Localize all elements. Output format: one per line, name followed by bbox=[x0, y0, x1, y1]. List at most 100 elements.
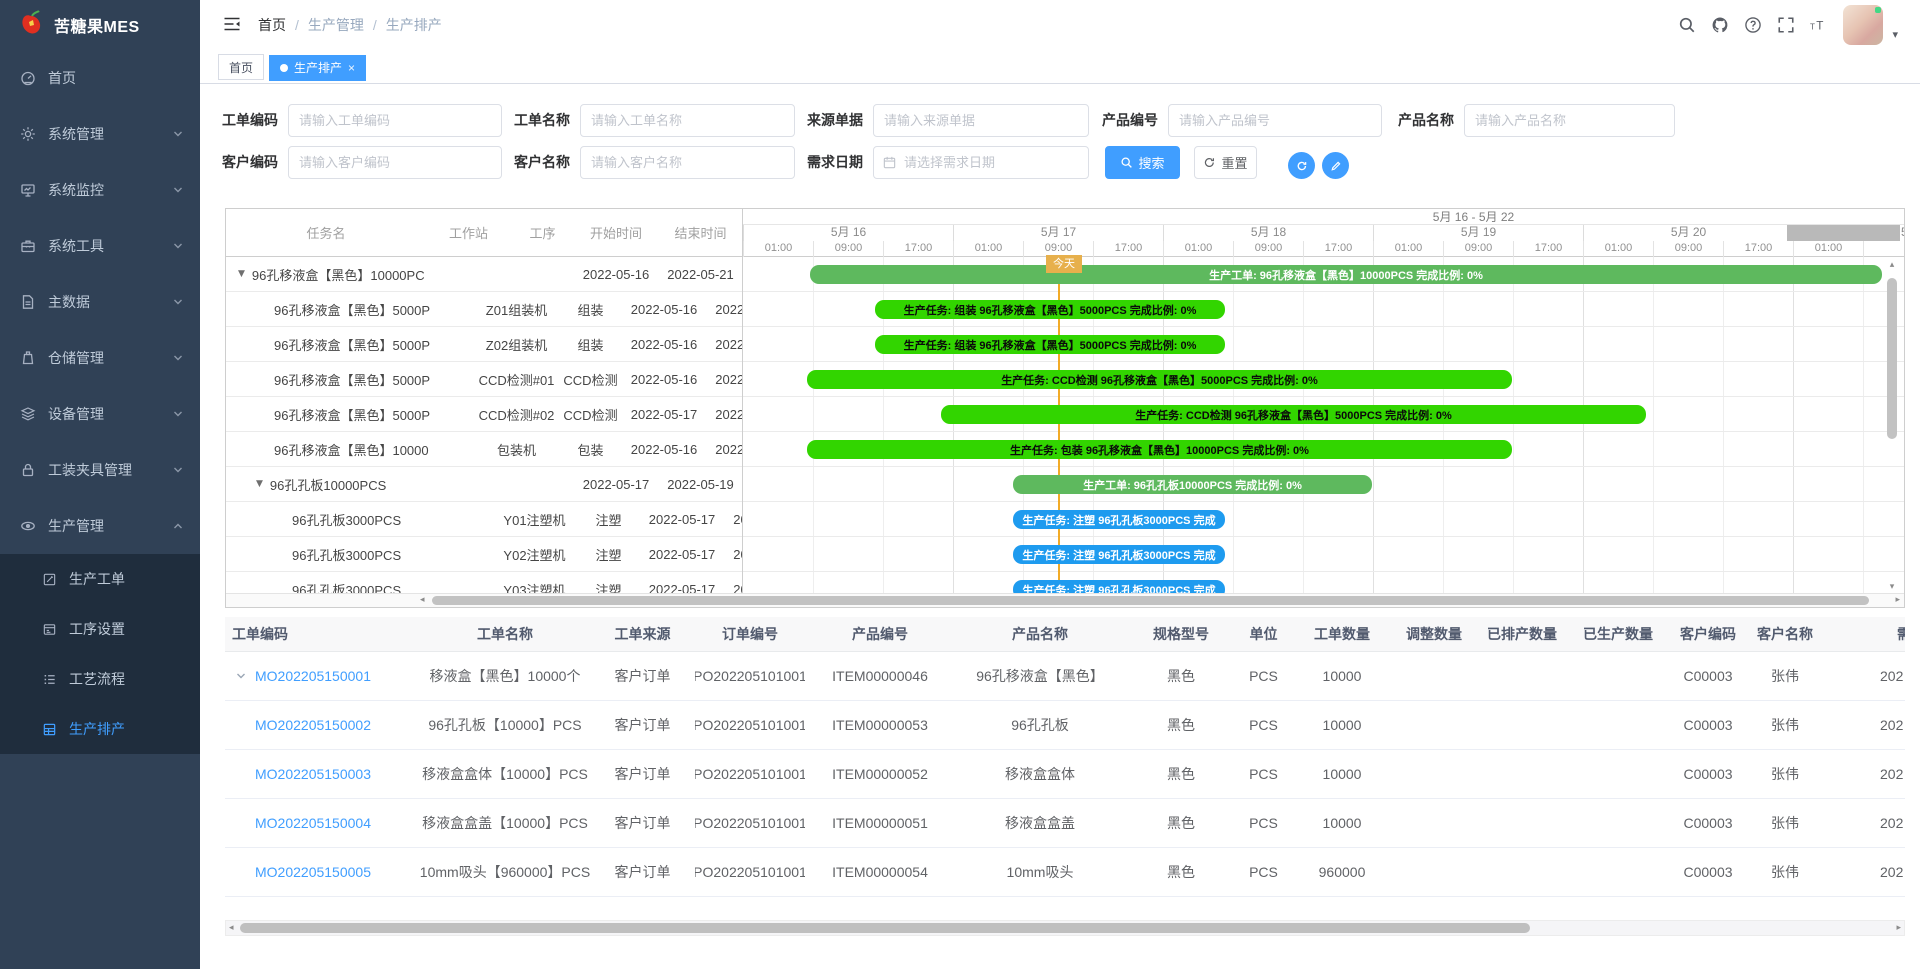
sidebar-item-0[interactable]: 首页 bbox=[0, 50, 200, 106]
table-scroll-left-icon[interactable]: ◂ bbox=[229, 923, 234, 934]
gantt-column-header-0: 任务名 bbox=[226, 209, 426, 256]
table-cell-0: MO202205150003 bbox=[225, 750, 420, 798]
document-icon bbox=[20, 294, 36, 310]
tree-collapse-icon[interactable]: ▼ bbox=[256, 479, 263, 489]
gantt-bar-selected[interactable]: 生产任务: 注塑 96孔孔板3000PCS 完成 bbox=[1013, 545, 1225, 564]
refresh-round-button[interactable] bbox=[1288, 152, 1315, 179]
github-icon[interactable] bbox=[1711, 16, 1729, 34]
gantt-start-date: 2022-05-17 bbox=[640, 502, 724, 536]
gantt-bar-task[interactable]: 生产任务: CCD检测 96孔移液盒【黑色】5000PCS 完成比例: 0% bbox=[807, 370, 1512, 389]
gantt-horizontal-scrollbar[interactable]: ◂ ▸ bbox=[226, 593, 1904, 607]
search-icon[interactable] bbox=[1678, 16, 1696, 34]
tab-close-icon[interactable]: × bbox=[348, 61, 355, 75]
timeline-hour-cell: 01:00 bbox=[1163, 241, 1233, 257]
sidebar-collapse-icon[interactable] bbox=[223, 16, 241, 34]
horizontal-scroll-thumb[interactable] bbox=[432, 596, 1869, 605]
help-icon[interactable] bbox=[1744, 16, 1762, 34]
app-screen: 苦糖果MES 首页系统管理系统监控系统工具主数据仓储管理设备管理工装夹具管理生产… bbox=[0, 0, 1920, 969]
gantt-task-row[interactable]: 96孔孔板3000PCSY02注塑机注塑2022-05-172022-05-18 bbox=[226, 537, 742, 572]
gantt-task-row[interactable]: 96孔移液盒【黑色】5000PZ01组装机组装2022-05-162022-05… bbox=[226, 292, 742, 327]
tab-0[interactable]: 首页 bbox=[218, 54, 264, 80]
scroll-left-icon[interactable]: ◂ bbox=[420, 595, 425, 606]
breadcrumb-item-0[interactable]: 首页 bbox=[258, 17, 286, 33]
font-size-icon[interactable]: TT bbox=[1810, 16, 1828, 34]
chevron-down-icon bbox=[172, 408, 184, 420]
sidebar-subitem-2[interactable]: 工艺流程 bbox=[0, 654, 200, 704]
timeline-hour-cell: 17:00 bbox=[883, 241, 953, 257]
breadcrumb-item-1[interactable]: 生产管理 bbox=[308, 17, 364, 33]
work-order-link[interactable]: MO202205150001 bbox=[255, 668, 371, 684]
gantt-task-row[interactable]: 96孔移液盒【黑色】5000PZ02组装机组装2022-05-162022-05… bbox=[226, 327, 742, 362]
gantt-task-name: 96孔移液盒【黑色】5000P bbox=[226, 292, 474, 326]
scroll-up-icon[interactable]: ▴ bbox=[1886, 259, 1898, 271]
app-logo[interactable]: 苦糖果MES bbox=[0, 0, 200, 50]
table-scroll-right-icon[interactable]: ▸ bbox=[1896, 923, 1901, 934]
timeline-hour-cell: 01:00 bbox=[1583, 241, 1653, 257]
gantt-vertical-scrollbar[interactable]: ▴ ▾ bbox=[1886, 257, 1898, 595]
gantt-task-row[interactable]: 96孔移液盒【黑色】5000PCCD检测#02CCD检测2022-05-1720… bbox=[226, 397, 742, 432]
table-row[interactable]: MO20220515000296孔孔板【10000】PCS客户订单PO20220… bbox=[225, 701, 1905, 750]
user-menu-caret-icon[interactable]: ▾ bbox=[1892, 28, 1898, 41]
gantt-grid-body: ▼96孔移液盒【黑色】10000PC2022-05-162022-05-2196… bbox=[226, 257, 742, 595]
sidebar-item-5[interactable]: 仓储管理 bbox=[0, 330, 200, 386]
gantt-bar-task[interactable]: 生产任务: 组装 96孔移液盒【黑色】5000PCS 完成比例: 0% bbox=[875, 300, 1225, 319]
sidebar-item-7[interactable]: 工装夹具管理 bbox=[0, 442, 200, 498]
timeline-hour-cell: 01:00 bbox=[953, 241, 1023, 257]
tree-collapse-icon[interactable]: ▼ bbox=[238, 269, 245, 279]
gantt-bar-task[interactable]: 生产任务: CCD检测 96孔移液盒【黑色】5000PCS 完成比例: 0% bbox=[941, 405, 1646, 424]
fullscreen-icon[interactable] bbox=[1777, 16, 1795, 34]
gantt-bar-task[interactable]: 生产任务: 组装 96孔移液盒【黑色】5000PCS 完成比例: 0% bbox=[875, 335, 1225, 354]
tab-1[interactable]: 生产排产× bbox=[269, 55, 366, 81]
table-row[interactable]: MO202205150004移液盒盒盖【10000】PCS客户订单PO20220… bbox=[225, 799, 1905, 848]
table-row[interactable]: MO20220515000510mm吸头【960000】PCS客户订单PO202… bbox=[225, 848, 1905, 897]
table-column-header-0: 工单编码 bbox=[225, 617, 420, 651]
sidebar-item-label: 设备管理 bbox=[48, 404, 172, 424]
sidebar-item-6[interactable]: 设备管理 bbox=[0, 386, 200, 442]
work-order-link[interactable]: MO202205150005 bbox=[255, 864, 371, 880]
breadcrumb-item-2[interactable]: 生产排产 bbox=[386, 17, 442, 33]
vertical-scroll-thumb[interactable] bbox=[1887, 278, 1897, 439]
table-cell-14: 202 bbox=[1820, 799, 1905, 847]
work-order-link[interactable]: MO202205150003 bbox=[255, 766, 371, 782]
gantt-bar-parent[interactable]: 生产工单: 96孔孔板10000PCS 完成比例: 0% bbox=[1013, 475, 1372, 494]
sidebar-item-2[interactable]: 系统监控 bbox=[0, 162, 200, 218]
gantt-bar-task[interactable]: 生产任务: 包装 96孔移液盒【黑色】10000PCS 完成比例: 0% bbox=[807, 440, 1512, 459]
user-avatar[interactable] bbox=[1843, 5, 1883, 45]
search-button[interactable]: 搜索 bbox=[1105, 146, 1180, 179]
gantt-bar-parent[interactable]: 生产工单: 96孔移液盒【黑色】10000PCS 完成比例: 0% bbox=[810, 265, 1882, 284]
gantt-column-header-4: 结束时间 bbox=[658, 209, 743, 256]
table-row[interactable]: MO202205150001移液盒【黑色】10000个客户订单PO2022051… bbox=[225, 652, 1905, 701]
work-order-link[interactable]: MO202205150004 bbox=[255, 815, 371, 831]
timeline-day-4: 5月 20 bbox=[1583, 225, 1793, 241]
reset-button[interactable]: 重置 bbox=[1194, 146, 1257, 179]
filter-input-7[interactable] bbox=[873, 146, 1089, 179]
work-order-link[interactable]: MO202205150002 bbox=[255, 717, 371, 733]
sidebar-item-3[interactable]: 系统工具 bbox=[0, 218, 200, 274]
row-expand-icon[interactable] bbox=[235, 670, 247, 682]
table-scroll-thumb[interactable] bbox=[240, 923, 1530, 933]
table-cell-4: ITEM00000053 bbox=[805, 701, 955, 749]
table-horizontal-scrollbar[interactable]: ◂ ▸ bbox=[225, 920, 1905, 936]
sidebar-subitem-0[interactable]: 生产工单 bbox=[0, 554, 200, 604]
gantt-task-row[interactable]: 96孔孔板3000PCSY03注塑机注塑2022-05-172022-05-18 bbox=[226, 572, 742, 595]
gantt-task-row[interactable]: 96孔孔板3000PCSY01注塑机注塑2022-05-172022-05-18 bbox=[226, 502, 742, 537]
gantt-task-row[interactable]: 96孔移液盒【黑色】10000包装机包装2022-05-162022-05-19 bbox=[226, 432, 742, 467]
scroll-down-icon[interactable]: ▾ bbox=[1886, 581, 1898, 593]
filter-input-4[interactable] bbox=[1464, 104, 1675, 137]
gantt-task-row[interactable]: 96孔移液盒【黑色】5000PCCD检测#01CCD检测2022-05-1620… bbox=[226, 362, 742, 397]
gantt-task-row[interactable]: ▼96孔移液盒【黑色】10000PC2022-05-162022-05-21 bbox=[226, 257, 742, 292]
sidebar-subitem-3[interactable]: 生产排产 bbox=[0, 704, 200, 754]
sidebar-item-4[interactable]: 主数据 bbox=[0, 274, 200, 330]
gantt-bar-selected[interactable]: 生产任务: 注塑 96孔孔板3000PCS 完成 bbox=[1013, 510, 1225, 529]
sidebar-item-8[interactable]: 生产管理 bbox=[0, 498, 200, 554]
filter-input-2[interactable] bbox=[873, 104, 1089, 137]
edit-round-button[interactable] bbox=[1322, 152, 1349, 179]
sidebar-item-1[interactable]: 系统管理 bbox=[0, 106, 200, 162]
scroll-right-icon[interactable]: ▸ bbox=[1895, 595, 1900, 606]
table-row[interactable]: MO202205150003移液盒盒体【10000】PCS客户订单PO20220… bbox=[225, 750, 1905, 799]
sidebar-subitem-1[interactable]: 工序设置 bbox=[0, 604, 200, 654]
filter-input-3[interactable] bbox=[1168, 104, 1382, 137]
table-column-header-8: 工单数量 bbox=[1290, 617, 1394, 651]
gantt-task-row[interactable]: ▼96孔孔板10000PCS2022-05-172022-05-19 bbox=[226, 467, 742, 502]
filter-label-1: 工单名称 bbox=[470, 104, 570, 137]
